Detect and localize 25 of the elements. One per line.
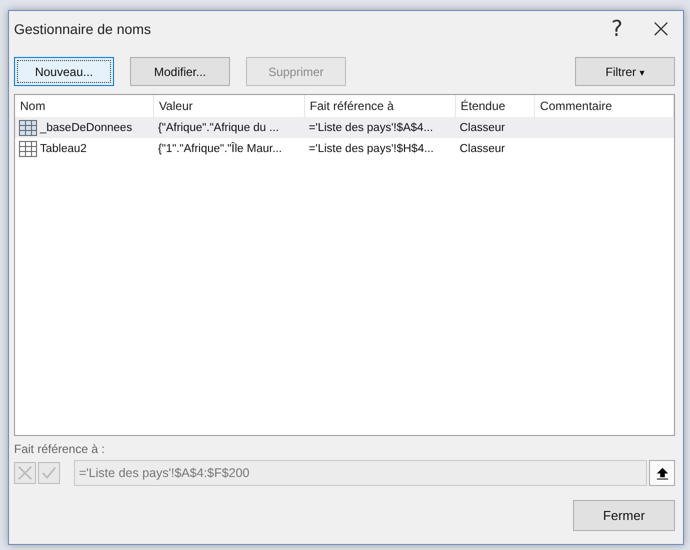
name-row[interactable]: _baseDeDonnees {"Afrique"."Afrique du ... ='Liste des pays'!$A$4... Classeur — [15, 117, 674, 138]
reference-label: Fait référence à : — [14, 442, 106, 456]
table-cell: _baseDeDonnees — [40, 122, 132, 134]
check-icon — [40, 464, 58, 482]
table-cell: Classeur — [460, 122, 506, 134]
reference-field[interactable]: ='Liste des pays'!$A$4:$F$200 — [74, 460, 647, 486]
table-cell: ='Liste des pays'!$A$4... — [308, 122, 434, 134]
close-button[interactable]: × — [639, 13, 683, 45]
table-cell: Classeur — [460, 142, 506, 154]
table-cell: Tableau2 — [40, 142, 87, 154]
table-icon — [19, 140, 37, 156]
toolbar-button[interactable]: Nouveau... — [14, 57, 114, 86]
close-dialog-button[interactable]: Fermer — [573, 500, 675, 531]
window-title: Gestionnaire de noms — [14, 21, 152, 37]
name-row[interactable]: Tableau2 {"1"."Afrique"."Île Maur... ='Liste des pays'!$H$4... Classeur — [15, 138, 674, 159]
cross-icon — [16, 464, 34, 482]
upload-arrow-icon — [656, 466, 668, 480]
toolbar-button[interactable]: Modifier... — [130, 57, 230, 86]
table-cell: {"Afrique"."Afrique du ... — [158, 122, 279, 134]
table-cell: {"1"."Afrique"."Île Maur... — [158, 142, 282, 154]
table-icon — [19, 120, 37, 136]
collapse-button[interactable] — [649, 460, 675, 486]
help-button[interactable]: ? — [595, 16, 639, 42]
filter-button[interactable]: Filtrer ▾ — [575, 57, 675, 86]
table-cell: ='Liste des pays'!$H$4... — [308, 142, 434, 154]
